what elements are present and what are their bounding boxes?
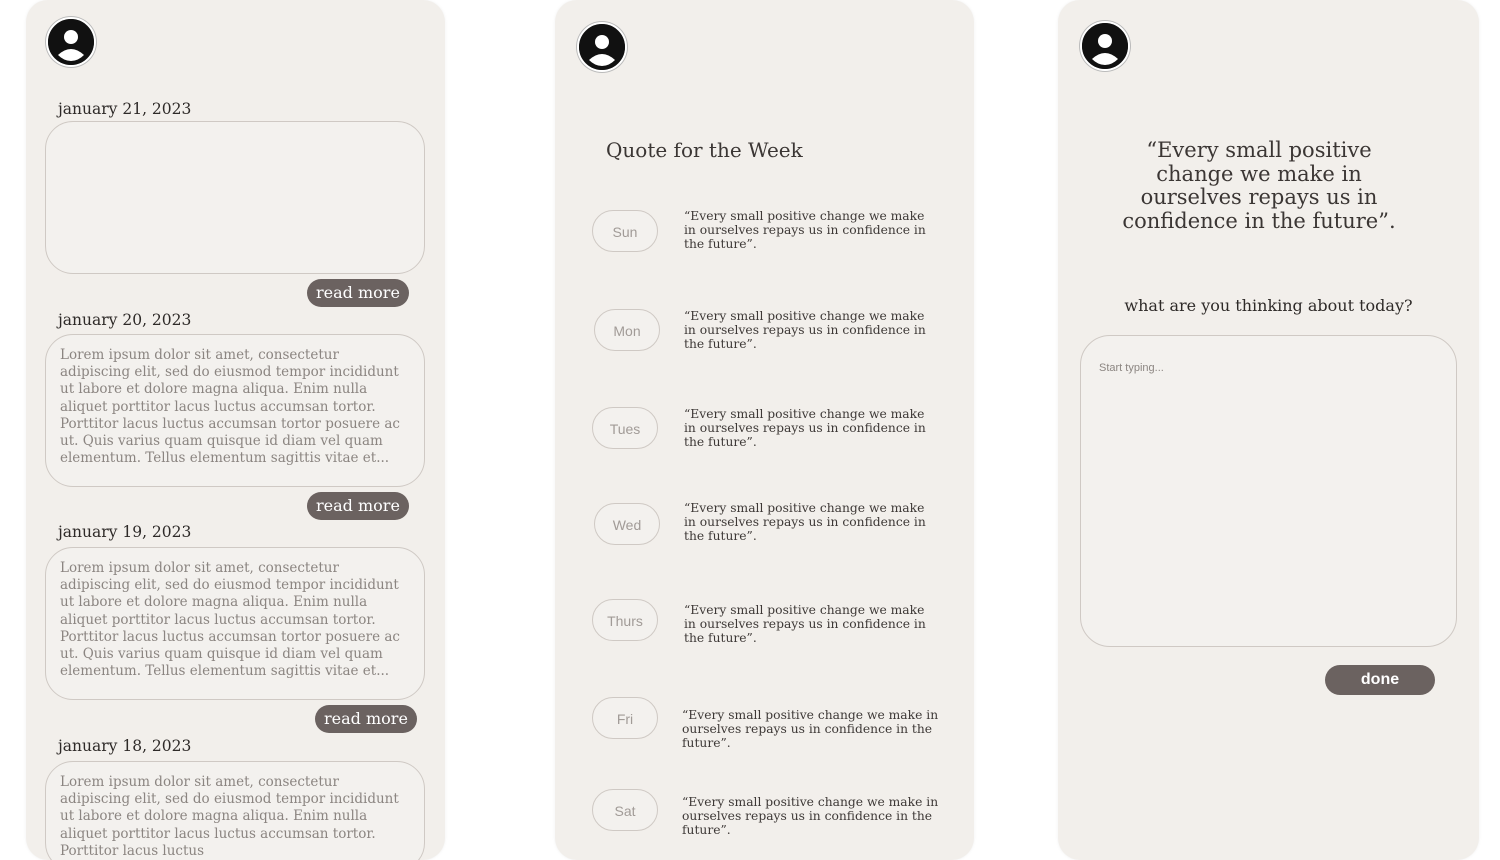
day-quote: “Every small positive change we make in … bbox=[684, 407, 926, 449]
day-quote: “Every small positive change we make in … bbox=[684, 603, 926, 645]
day-quote: “Every small positive change we make in … bbox=[682, 708, 939, 750]
day-quote: “Every small positive change we make in … bbox=[684, 309, 926, 351]
entry-preview[interactable]: Lorem ipsum dolor sit amet, consectetur … bbox=[45, 761, 425, 860]
entry-preview[interactable]: Lorem ipsum dolor sit amet, consectetur … bbox=[45, 334, 425, 487]
entry-date: january 18, 2023 bbox=[58, 737, 192, 755]
entry-date: january 21, 2023 bbox=[58, 100, 192, 118]
entry-date: january 20, 2023 bbox=[58, 311, 192, 329]
entry-preview[interactable] bbox=[45, 121, 425, 274]
user-avatar-icon[interactable] bbox=[46, 17, 96, 67]
read-more-button[interactable]: read more bbox=[307, 492, 409, 520]
journal-compose-screen: “Every small positive change we make in … bbox=[1058, 0, 1479, 860]
user-avatar-icon[interactable] bbox=[1080, 21, 1130, 71]
day-pill-mon[interactable]: Mon bbox=[594, 309, 660, 351]
user-avatar-icon[interactable] bbox=[577, 22, 627, 72]
day-pill-thurs[interactable]: Thurs bbox=[592, 599, 658, 641]
quote-week-title: Quote for the Week bbox=[606, 138, 803, 162]
weekly-quotes-screen: Quote for the Week Sun “Every small posi… bbox=[555, 0, 974, 860]
day-quote: “Every small positive change we make in … bbox=[682, 795, 939, 837]
journal-history-screen: january 21, 2023 read more january 20, 2… bbox=[26, 0, 445, 860]
read-more-button[interactable]: read more bbox=[307, 279, 409, 307]
entry-date: january 19, 2023 bbox=[58, 523, 192, 541]
journal-prompt: what are you thinking about today? bbox=[1124, 296, 1413, 315]
read-more-button[interactable]: read more bbox=[315, 705, 417, 733]
day-pill-fri[interactable]: Fri bbox=[592, 697, 658, 739]
day-quote: “Every small positive change we make in … bbox=[684, 209, 926, 251]
day-pill-sun[interactable]: Sun bbox=[592, 210, 658, 252]
done-button[interactable]: done bbox=[1325, 665, 1435, 695]
day-pill-sat[interactable]: Sat bbox=[592, 789, 658, 831]
daily-quote: “Every small positive change we make in … bbox=[1122, 138, 1396, 233]
entry-preview[interactable]: Lorem ipsum dolor sit amet, consectetur … bbox=[45, 547, 425, 700]
day-quote: “Every small positive change we make in … bbox=[684, 501, 926, 543]
journal-text-input[interactable] bbox=[1080, 335, 1457, 647]
day-pill-wed[interactable]: Wed bbox=[594, 503, 660, 545]
day-pill-tues[interactable]: Tues bbox=[592, 407, 658, 449]
